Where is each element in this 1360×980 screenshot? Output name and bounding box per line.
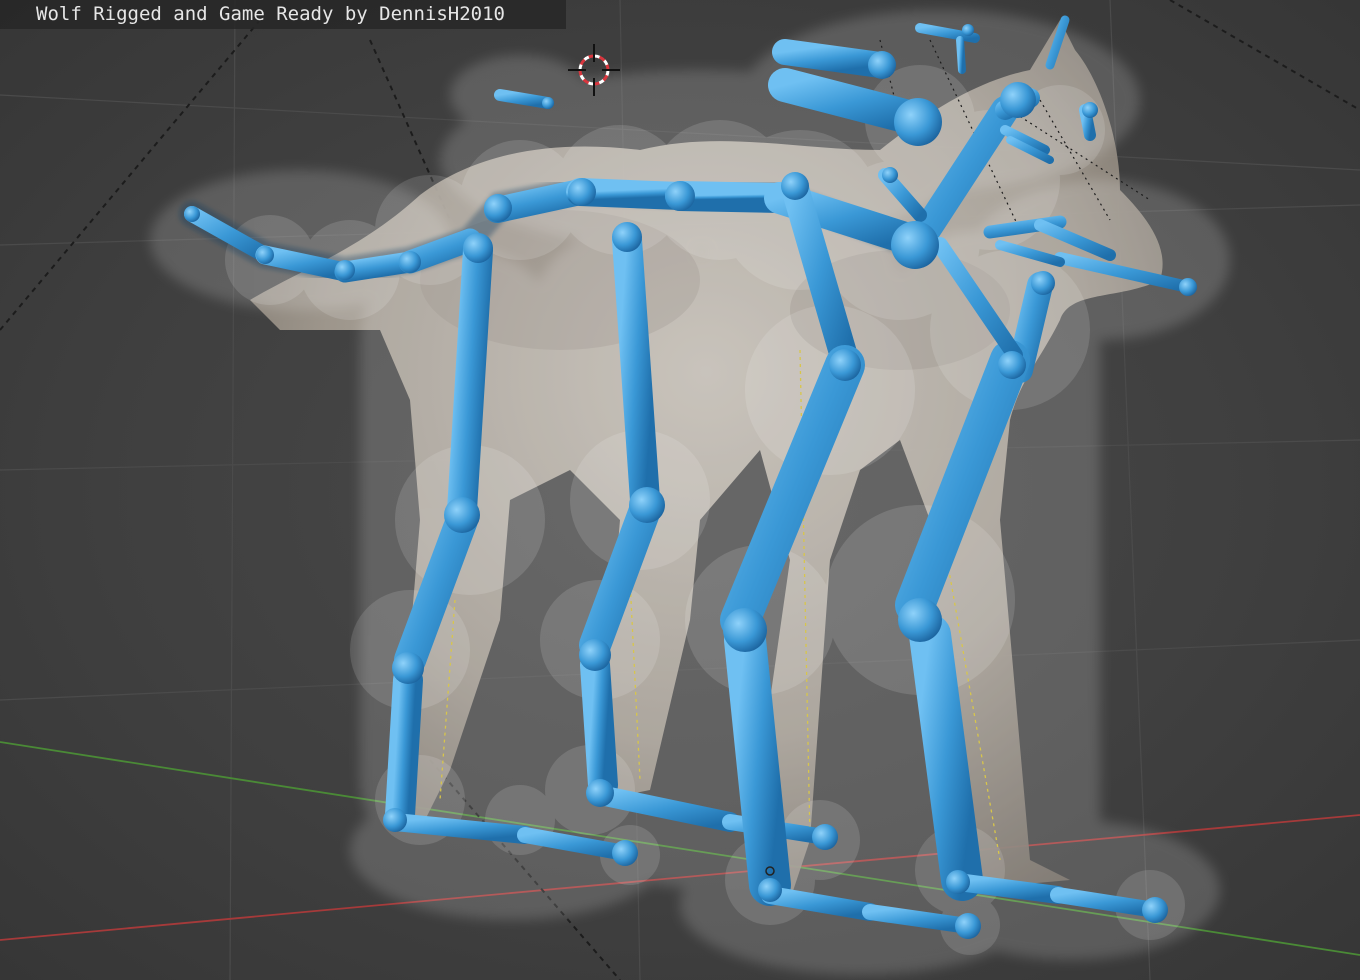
viewport-title: Wolf Rigged and Game Ready by DennisH201… — [0, 0, 566, 29]
viewport-scene — [0, 0, 1360, 980]
3d-viewport[interactable]: Wolf Rigged and Game Ready by DennisH201… — [0, 0, 1360, 980]
